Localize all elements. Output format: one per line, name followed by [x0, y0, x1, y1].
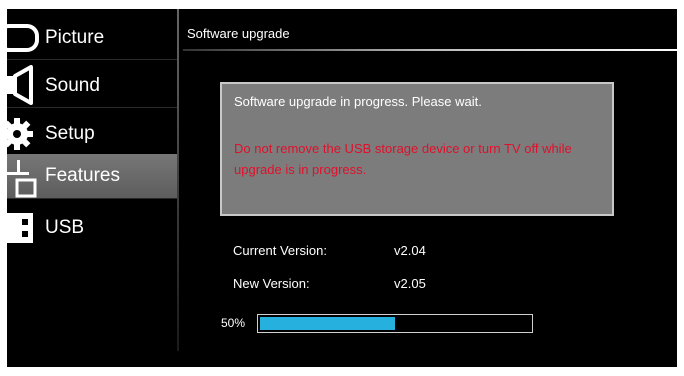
sidebar-item-picture[interactable]: Picture	[7, 17, 177, 60]
sidebar-item-label: Sound	[45, 75, 100, 96]
features-icon	[7, 154, 41, 198]
sidebar-item-label: USB	[45, 217, 85, 238]
tv-screen: Picture Sound Setup Features USB Softwar…	[0, 0, 684, 376]
sidebar-item-features[interactable]: Features	[7, 154, 177, 199]
header-divider	[183, 49, 677, 51]
new-version-label: New Version:	[233, 276, 310, 291]
sidebar-item-sound[interactable]: Sound	[7, 65, 177, 108]
current-version-label: Current Version:	[233, 243, 327, 258]
progress-percent-label: 50%	[221, 316, 246, 330]
progress-bar-fill	[260, 317, 395, 330]
sidebar-menu: Picture Sound Setup Features USB	[7, 9, 177, 367]
picture-icon	[7, 17, 41, 59]
sidebar-item-label: Setup	[45, 123, 95, 144]
upgrade-progress-bar	[257, 314, 533, 333]
sidebar-divider	[177, 9, 179, 351]
usb-icon	[7, 207, 41, 249]
current-version-value: v2.04	[394, 243, 426, 258]
new-version-value: v2.05	[394, 276, 426, 291]
sidebar-item-label: Picture	[45, 27, 105, 48]
upgrade-message-box: Software upgrade in progress. Please wai…	[220, 82, 614, 216]
setup-gear-icon	[7, 113, 41, 155]
sidebar-item-usb[interactable]: USB	[7, 207, 177, 249]
upgrade-status-text: Software upgrade in progress. Please wai…	[234, 94, 482, 109]
sidebar-item-label: Features	[45, 165, 120, 186]
tv-menu: Picture Sound Setup Features USB Softwar…	[7, 9, 677, 367]
page-title: Software upgrade	[187, 26, 290, 41]
sound-icon	[7, 65, 41, 107]
sidebar-item-setup[interactable]: Setup	[7, 113, 177, 156]
upgrade-warning-text: Do not remove the USB storage device or …	[234, 141, 572, 177]
